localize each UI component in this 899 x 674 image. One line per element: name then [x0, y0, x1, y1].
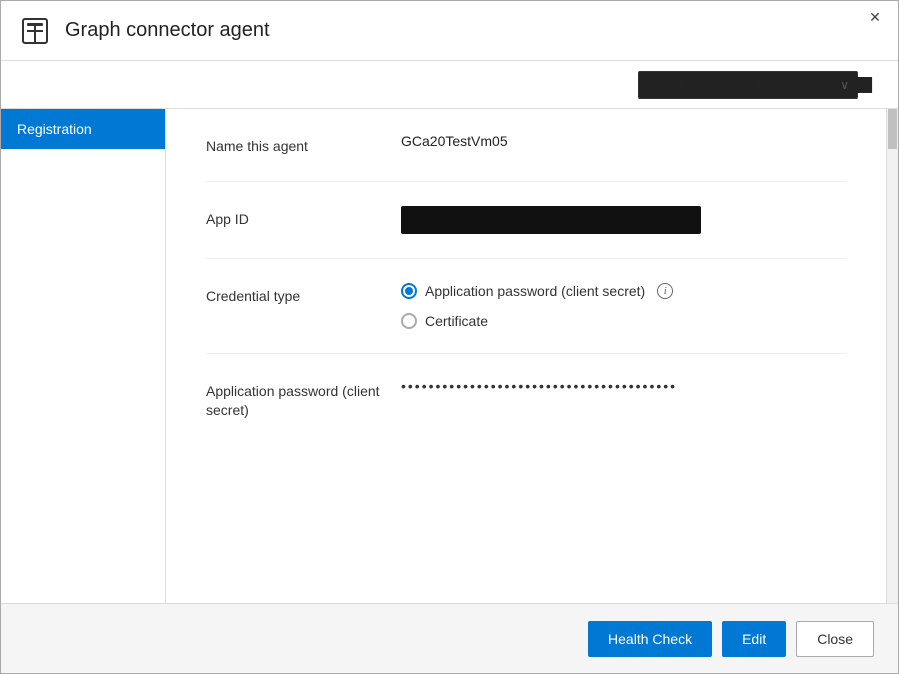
- radio-option-app-password[interactable]: Application password (client secret) i: [401, 283, 846, 299]
- info-icon-app-password[interactable]: i: [657, 283, 673, 299]
- label-name: Name this agent: [206, 133, 401, 157]
- app-icon: [17, 13, 53, 49]
- dropdown-bar: ████████████████████████ ∨: [1, 61, 898, 109]
- sidebar-item-label: Registration: [17, 121, 92, 137]
- radio-option-certificate[interactable]: Certificate: [401, 313, 846, 329]
- agent-selector[interactable]: ████████████████████████ ∨: [638, 71, 858, 99]
- chevron-down-icon: ∨: [840, 78, 849, 92]
- scrollbar-track[interactable]: [886, 109, 898, 603]
- label-credential: Credential type: [206, 283, 401, 307]
- main-window: Graph connector agent ✕ ████████████████…: [0, 0, 899, 674]
- close-button[interactable]: Close: [796, 621, 874, 657]
- health-check-button[interactable]: Health Check: [588, 621, 712, 657]
- value-password: ••••••••••••••••••••••••••••••••••••••••: [401, 378, 846, 394]
- sidebar: Registration: [1, 109, 166, 603]
- scrollbar-thumb[interactable]: [888, 109, 897, 149]
- value-credential: Application password (client secret) i C…: [401, 283, 846, 329]
- radio-group-credential: Application password (client secret) i C…: [401, 283, 846, 329]
- radio-certificate-label: Certificate: [425, 313, 488, 329]
- form-area: Name this agent GCa20TestVm05 App ID Cre…: [166, 109, 886, 603]
- title-bar: Graph connector agent ✕: [1, 1, 898, 61]
- footer: Health Check Edit Close: [1, 603, 898, 673]
- label-appid: App ID: [206, 206, 401, 230]
- main-content: Registration Name this agent GCa20TestVm…: [1, 109, 898, 603]
- edit-button[interactable]: Edit: [722, 621, 786, 657]
- sidebar-item-registration[interactable]: Registration: [1, 109, 165, 149]
- form-row-credential: Credential type Application password (cl…: [206, 259, 846, 354]
- form-row-name: Name this agent GCa20TestVm05: [206, 109, 846, 182]
- password-dots: ••••••••••••••••••••••••••••••••••••••••: [401, 378, 677, 394]
- label-password: Application password (client secret): [206, 378, 401, 421]
- app-id-bar: [401, 206, 701, 234]
- radio-app-password-label: Application password (client secret): [425, 283, 645, 299]
- window-close-button[interactable]: ✕: [852, 1, 898, 33]
- value-name: GCa20TestVm05: [401, 133, 846, 149]
- radio-app-password-indicator: [401, 283, 417, 299]
- value-appid: [401, 206, 846, 234]
- radio-certificate-indicator: [401, 313, 417, 329]
- form-row-password: Application password (client secret) •••…: [206, 354, 846, 445]
- window-title: Graph connector agent: [65, 19, 882, 42]
- form-row-appid: App ID: [206, 182, 846, 259]
- agent-selector-value: ████████████████████████: [651, 77, 872, 92]
